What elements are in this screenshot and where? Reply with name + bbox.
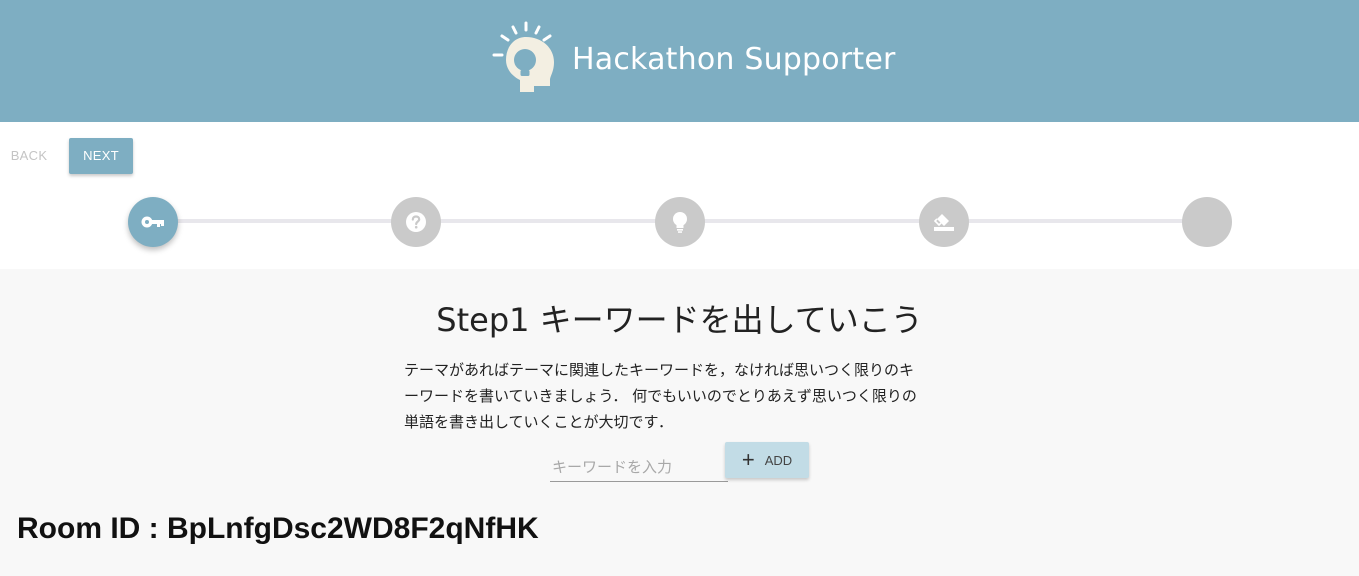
step-5[interactable]	[1182, 197, 1232, 247]
lightbulb-head-icon	[492, 21, 554, 92]
description-line: テーマがあればテーマに関連したキーワードを，なければ思いつく限りのキ	[404, 361, 915, 379]
main-content: Step1 キーワードを出していこう テーマがあればテーマに関連したキーワードを…	[0, 269, 1359, 576]
add-button-label: ADD	[764, 452, 793, 468]
eraser-icon	[933, 214, 954, 231]
step-3-idea[interactable]	[655, 197, 705, 247]
app-header: Hackathon Supporter	[0, 0, 1359, 122]
room-id: Room ID : BpLnfgDsc2WD8F2qNfHK	[17, 512, 539, 545]
keyword-input[interactable]	[550, 453, 728, 482]
description-line: ーワードを書いていきましょう． 何でもいいのでとりあえず思いつく限りの	[404, 387, 917, 405]
step-4-edit[interactable]	[919, 197, 969, 247]
step-description: テーマがあればテーマに関連したキーワードを，なければ思いつく限りのキ ーワードを…	[404, 357, 960, 435]
back-button[interactable]: BACK	[4, 138, 54, 174]
next-button[interactable]: NEXT	[69, 138, 133, 174]
plus-icon: +	[741, 447, 755, 472]
lightbulb-icon	[673, 212, 687, 233]
stepper-area: BACK NEXT	[0, 122, 1359, 269]
step-2-question[interactable]	[391, 197, 441, 247]
add-button[interactable]: + ADD	[725, 442, 809, 478]
question-icon	[406, 212, 426, 232]
step-1-keyword[interactable]	[128, 197, 178, 247]
step-title: Step1 キーワードを出していこう	[436, 301, 923, 339]
key-icon	[141, 216, 164, 228]
app-title: Hackathon Supporter	[572, 42, 896, 77]
description-line: 単語を書き出していくことが大切です．	[404, 413, 673, 431]
